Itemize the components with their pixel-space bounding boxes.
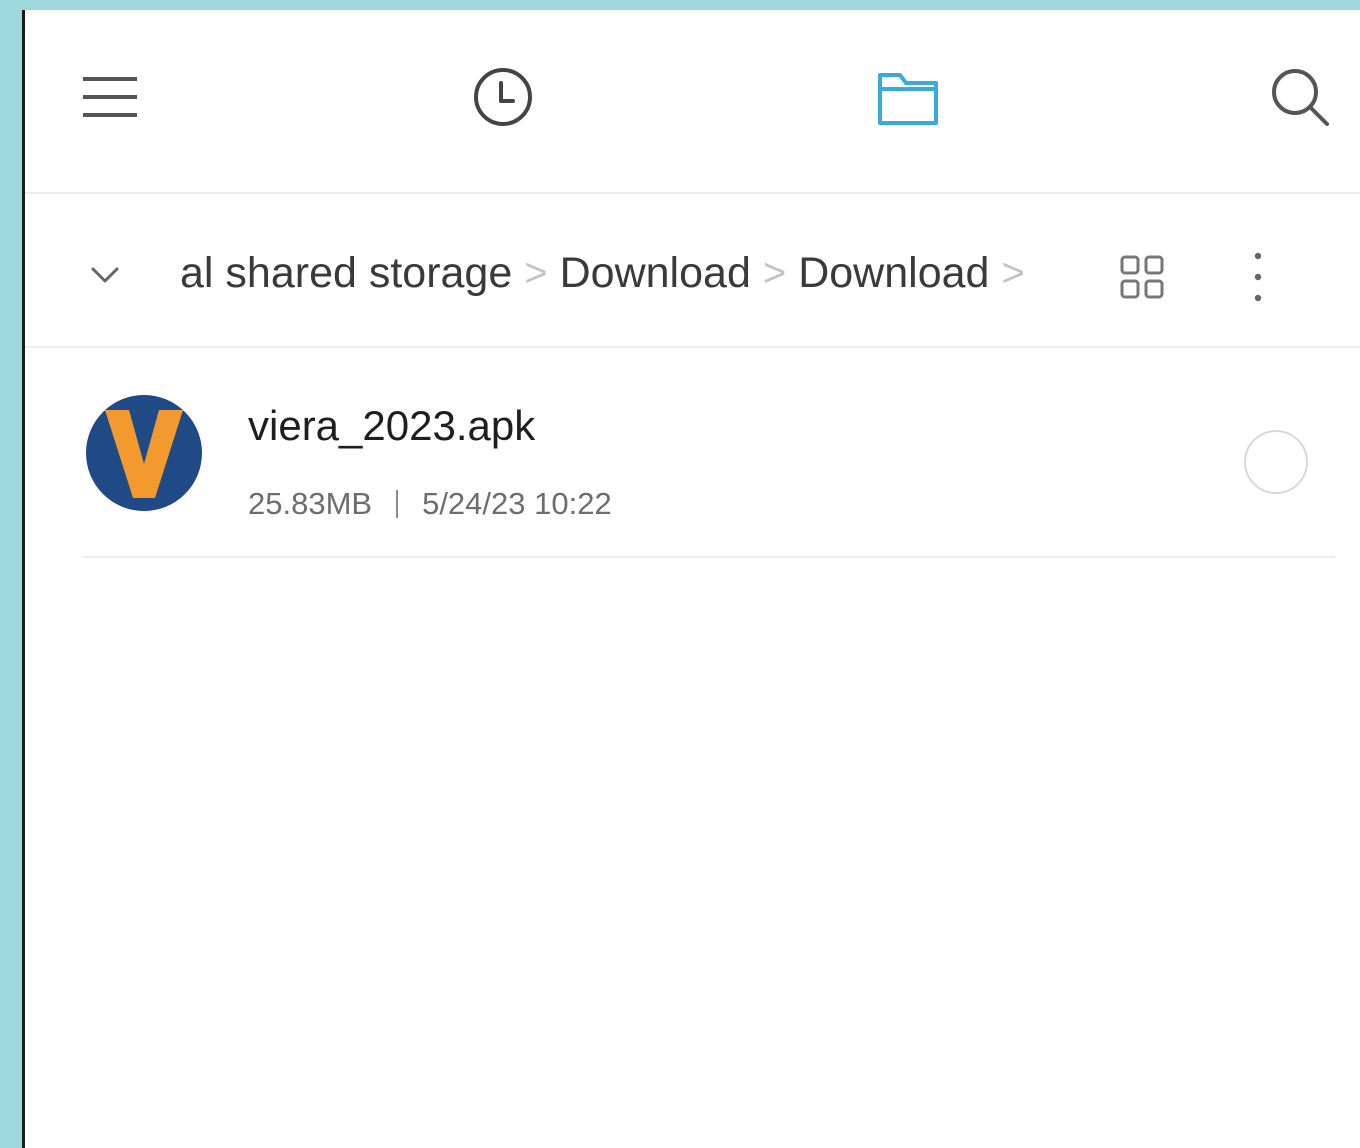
list-item[interactable]: viera_2023.apk 25.83MB 5/24/23 10:22: [83, 366, 1335, 558]
breadcrumb: al shared storage > Download > Download …: [180, 248, 1037, 298]
chevron-down-icon[interactable]: [85, 254, 125, 294]
file-meta: 25.83MB 5/24/23 10:22: [248, 486, 612, 522]
meta-divider: [396, 490, 399, 518]
menu-icon[interactable]: [75, 62, 145, 132]
file-manager-screen: al shared storage > Download > Download …: [22, 10, 1360, 1148]
top-nav-bar: [25, 10, 1360, 194]
file-name: viera_2023.apk: [248, 402, 536, 449]
search-icon[interactable]: [1265, 62, 1335, 132]
breadcrumb-bar: al shared storage > Download > Download …: [25, 196, 1360, 348]
viera-app-icon: [85, 394, 203, 512]
file-date: 5/24/23 10:22: [422, 486, 612, 521]
breadcrumb-separator: >: [1001, 250, 1025, 295]
breadcrumb-item-storage[interactable]: al shared storage: [180, 249, 512, 298]
select-checkbox[interactable]: [1244, 430, 1308, 494]
file-size: 25.83MB: [248, 486, 373, 521]
breadcrumb-separator: >: [524, 250, 548, 295]
more-options-icon[interactable]: [1243, 250, 1273, 304]
breadcrumb-item-download[interactable]: Download: [560, 249, 751, 298]
breadcrumb-separator: >: [762, 250, 787, 295]
grid-view-icon[interactable]: [1119, 254, 1165, 300]
clock-icon[interactable]: [468, 62, 538, 132]
breadcrumb-item-download-current[interactable]: Download: [798, 249, 989, 298]
folder-icon[interactable]: [873, 62, 943, 132]
